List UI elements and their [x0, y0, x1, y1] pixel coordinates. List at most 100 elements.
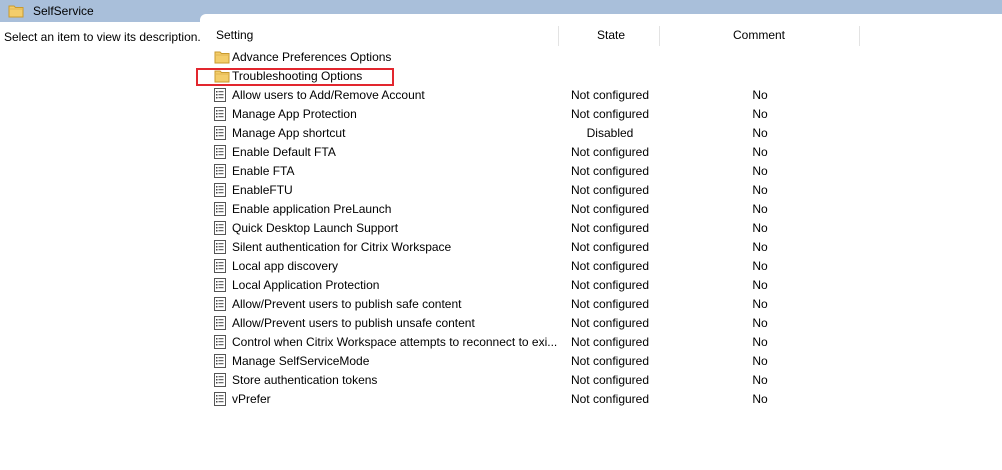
policy-setting-icon — [214, 392, 228, 406]
list-pane-top — [200, 14, 1002, 24]
setting-comment: No — [752, 297, 768, 311]
setting-name: Enable FTA — [232, 164, 295, 178]
policy-setting-icon — [214, 88, 228, 102]
setting-comment: No — [752, 259, 768, 273]
setting-comment: No — [752, 354, 768, 368]
description-text: Select an item to view its description. — [4, 30, 201, 44]
folder-icon — [214, 50, 230, 64]
setting-state: Not configured — [570, 392, 650, 406]
setting-state: Not configured — [570, 183, 650, 197]
setting-state: Disabled — [586, 126, 634, 140]
description-pane: Select an item to view its description. — [0, 22, 202, 470]
setting-comment: No — [752, 107, 768, 121]
setting-state: Not configured — [570, 354, 650, 368]
column-setting[interactable]: Setting — [216, 24, 253, 46]
setting-state: Not configured — [570, 164, 650, 178]
setting-row[interactable]: Allow users to Add/Remove Account Not con… — [202, 86, 1002, 105]
setting-name: EnableFTU — [232, 183, 293, 197]
policy-setting-icon — [214, 297, 228, 311]
setting-row[interactable]: Enable FTA Not configured No — [202, 162, 1002, 181]
setting-row[interactable]: Manage App shortcut Disabled No — [202, 124, 1002, 143]
setting-comment: No — [752, 221, 768, 235]
setting-state: Not configured — [570, 221, 650, 235]
policy-setting-icon — [214, 373, 228, 387]
setting-name: Quick Desktop Launch Support — [232, 221, 399, 235]
setting-name: Allow users to Add/Remove Account — [232, 88, 425, 102]
setting-name: Allow/Prevent users to publish unsafe co… — [232, 316, 475, 330]
folder-label: Advance Preferences Options — [232, 50, 392, 64]
setting-row[interactable]: Enable Default FTA Not configured No — [202, 143, 1002, 162]
setting-state: Not configured — [570, 145, 650, 159]
setting-name: Manage App Protection — [232, 107, 357, 121]
policy-setting-icon — [214, 240, 228, 254]
highlight-box — [196, 68, 394, 86]
setting-name: Local Application Protection — [232, 278, 380, 292]
setting-state: Not configured — [570, 259, 650, 273]
policy-setting-icon — [214, 221, 228, 235]
policy-setting-icon — [214, 354, 228, 368]
setting-state: Not configured — [570, 88, 650, 102]
setting-row[interactable]: Allow/Prevent users to publish unsafe co… — [202, 314, 1002, 333]
policy-setting-icon — [214, 126, 228, 140]
policy-setting-icon — [214, 278, 228, 292]
policy-setting-icon — [214, 259, 228, 273]
setting-comment: No — [752, 145, 768, 159]
setting-name: Store authentication tokens — [232, 373, 378, 387]
setting-name: Manage SelfServiceMode — [232, 354, 370, 368]
setting-row[interactable]: Allow/Prevent users to publish safe cont… — [202, 295, 1002, 314]
column-header: Setting State Comment — [202, 24, 1002, 48]
setting-comment: No — [752, 240, 768, 254]
folder-icon — [8, 4, 24, 21]
setting-row[interactable]: Store authentication tokens Not configure… — [202, 371, 1002, 390]
setting-state: Not configured — [570, 297, 650, 311]
setting-row[interactable]: Manage SelfServiceMode Not configured No — [202, 352, 1002, 371]
setting-state: Not configured — [570, 202, 650, 216]
setting-row[interactable]: Enable application PreLaunch Not configur… — [202, 200, 1002, 219]
setting-comment: No — [752, 202, 768, 216]
setting-row[interactable]: Quick Desktop Launch Support Not configur… — [202, 219, 1002, 238]
setting-name: Enable application PreLaunch — [232, 202, 392, 216]
column-comment[interactable]: Comment — [733, 24, 785, 46]
setting-state: Not configured — [570, 373, 650, 387]
column-divider[interactable] — [859, 26, 860, 46]
setting-comment: No — [752, 88, 768, 102]
setting-comment: No — [752, 126, 768, 140]
setting-name: Silent authentication for Citrix Workspa… — [232, 240, 452, 254]
column-divider[interactable] — [659, 26, 660, 46]
setting-comment: No — [752, 392, 768, 406]
setting-comment: No — [752, 335, 768, 349]
window-title: SelfService — [33, 4, 94, 18]
setting-name: Enable Default FTA — [232, 145, 336, 159]
setting-row[interactable]: Control when Citrix Workspace attempts t… — [202, 333, 1002, 352]
policy-setting-icon — [214, 335, 228, 349]
setting-name: Manage App shortcut — [232, 126, 346, 140]
setting-comment: No — [752, 316, 768, 330]
setting-state: Not configured — [570, 240, 650, 254]
setting-state: Not configured — [570, 107, 650, 121]
policy-setting-icon — [214, 202, 228, 216]
setting-row[interactable]: Silent authentication for Citrix Workspa… — [202, 238, 1002, 257]
policy-setting-icon — [214, 107, 228, 121]
policy-setting-icon — [214, 316, 228, 330]
setting-row[interactable]: EnableFTU Not configured No — [202, 181, 1002, 200]
setting-row[interactable]: Manage App Protection Not configured No — [202, 105, 1002, 124]
policy-setting-icon — [214, 145, 228, 159]
policy-setting-icon — [214, 164, 228, 178]
folder-row[interactable]: Advance Preferences Options — [202, 48, 1002, 67]
setting-state: Not configured — [570, 335, 650, 349]
policy-setting-icon — [214, 183, 228, 197]
setting-row[interactable]: Local Application Protection Not configur… — [202, 276, 1002, 295]
setting-name: Control when Citrix Workspace attempts t… — [232, 335, 558, 349]
setting-row[interactable]: vPrefer Not configured No — [202, 390, 1002, 409]
setting-state: Not configured — [570, 316, 650, 330]
setting-name: Allow/Prevent users to publish safe cont… — [232, 297, 462, 311]
setting-row[interactable]: Local app discovery Not configured No — [202, 257, 1002, 276]
setting-state: Not configured — [570, 278, 650, 292]
column-state[interactable]: State — [597, 24, 625, 46]
setting-name: Local app discovery — [232, 259, 339, 273]
setting-comment: No — [752, 183, 768, 197]
setting-comment: No — [752, 164, 768, 178]
column-divider[interactable] — [558, 26, 559, 46]
setting-name: vPrefer — [232, 392, 271, 406]
setting-comment: No — [752, 278, 768, 292]
